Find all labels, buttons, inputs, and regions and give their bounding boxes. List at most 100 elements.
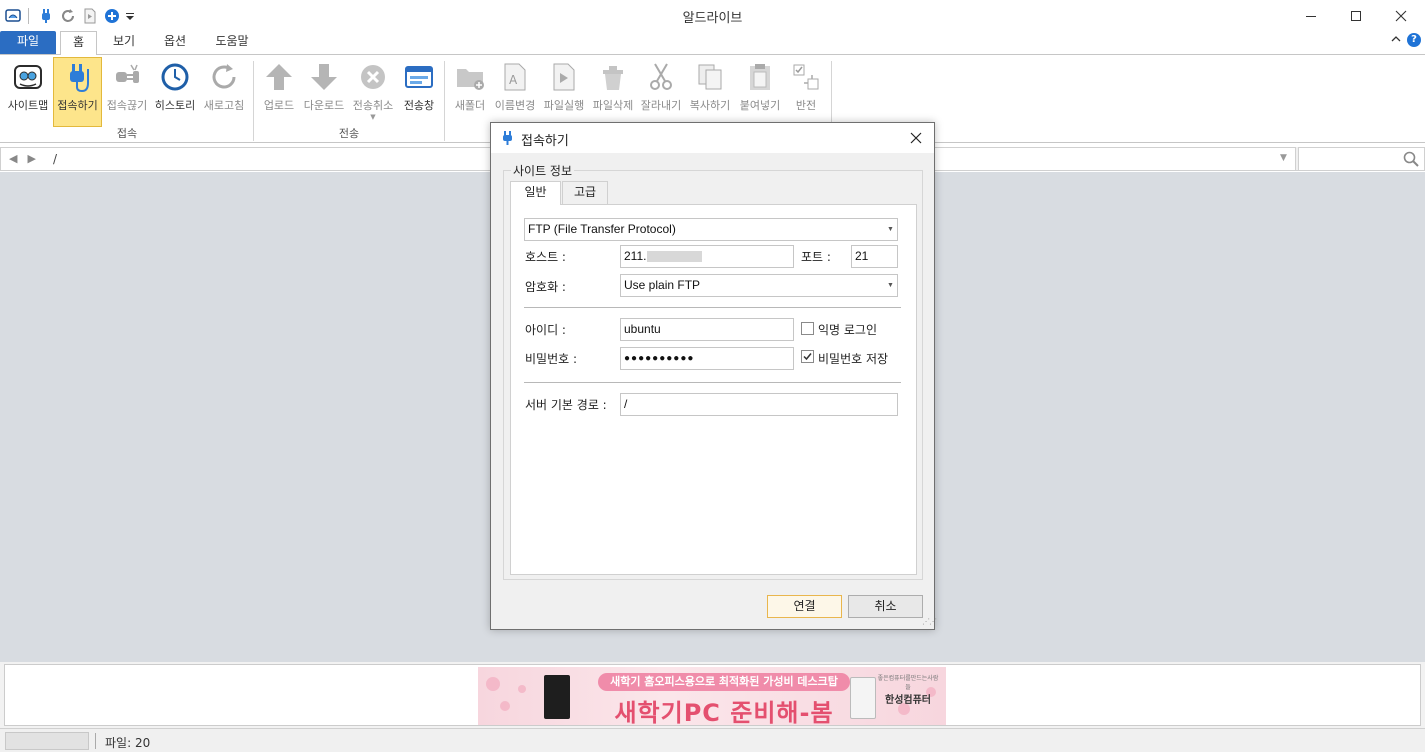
plug-icon xyxy=(500,130,516,149)
tab-general[interactable]: 일반 xyxy=(510,181,561,205)
tab-advanced[interactable]: 고급 xyxy=(562,181,608,204)
tab-help[interactable]: 도움말 xyxy=(206,31,258,54)
connect-dialog: 접속하기 사이트 정보 일반 고급 FTP (File Transfer Pro… xyxy=(490,122,937,630)
download-button[interactable]: 다운로드 xyxy=(300,58,348,126)
title-bar: 알드라이브 xyxy=(0,0,1425,31)
blossom-decoration xyxy=(500,701,510,711)
maximize-button[interactable] xyxy=(1333,0,1379,31)
id-input[interactable]: ubuntu xyxy=(620,318,794,341)
refresh-label: 새로고침 xyxy=(203,99,245,112)
window-title: 알드라이브 xyxy=(682,11,743,26)
ribbon-controls: ? xyxy=(1391,33,1421,47)
add-icon[interactable] xyxy=(103,7,121,25)
customize-dropdown-icon[interactable] xyxy=(125,7,135,25)
svg-text:A: A xyxy=(509,73,518,87)
minimize-button[interactable] xyxy=(1288,0,1334,31)
search-input[interactable] xyxy=(1298,147,1425,171)
forward-icon[interactable]: ▶ xyxy=(27,152,35,165)
tab-file[interactable]: 파일 xyxy=(0,31,56,54)
transfer-group-label: 전송 xyxy=(338,127,360,140)
paste-button[interactable]: 붙여넣기 xyxy=(735,58,785,126)
status-separator xyxy=(95,733,96,749)
run-file-label: 파일실행 xyxy=(543,99,585,112)
dropdown-arrow-icon[interactable]: ▼ xyxy=(349,113,397,121)
close-button[interactable] xyxy=(1378,0,1424,31)
refresh-button[interactable]: 새로고침 xyxy=(200,58,248,126)
cancel-button[interactable]: 취소 xyxy=(848,595,923,618)
host-input[interactable]: 211. xyxy=(620,245,794,268)
status-bar: 파일: 20 xyxy=(0,728,1425,752)
refresh-icon[interactable] xyxy=(59,7,77,25)
connect-plug-icon[interactable] xyxy=(37,7,55,25)
trash-icon xyxy=(603,66,623,90)
site-info-legend: 사이트 정보 xyxy=(511,162,575,179)
cancel-transfer-button[interactable]: 전송취소 ▼ xyxy=(349,58,397,126)
cut-button[interactable]: 잘라내기 xyxy=(638,58,684,126)
black-desktop-image xyxy=(544,675,570,719)
path-dropdown-icon[interactable]: ▼ xyxy=(1280,153,1287,163)
encryption-select[interactable]: Use plain FTP ▼ xyxy=(620,274,898,297)
transfer-window-button[interactable]: 전송창 xyxy=(399,58,439,126)
rename-label: 이름변경 xyxy=(494,99,536,112)
tab-view[interactable]: 보기 xyxy=(104,31,144,54)
server-path-input[interactable]: / xyxy=(620,393,898,416)
connect-button[interactable]: 접속하기 xyxy=(53,57,102,127)
anonymous-login-checkbox[interactable] xyxy=(801,322,814,335)
unplug-icon xyxy=(116,64,139,83)
cut-label: 잘라내기 xyxy=(640,99,682,112)
tab-home[interactable]: 홈 xyxy=(60,31,97,55)
ad-banner[interactable]: 새학기 홈오피스용으로 최적화된 가성비 데스크탑 새학기PC 준비해-봄 좋은… xyxy=(478,667,946,725)
white-desktop-image xyxy=(850,677,876,719)
dialog-title-bar: 접속하기 xyxy=(491,123,934,153)
blossom-decoration xyxy=(486,677,500,691)
invert-selection-button[interactable]: 반전 xyxy=(787,58,825,126)
back-icon[interactable]: ◀ xyxy=(9,152,17,165)
disconnect-button[interactable]: 접속끊기 xyxy=(103,58,151,126)
history-label: 히스토리 xyxy=(154,99,196,112)
app-icon[interactable] xyxy=(4,7,22,25)
history-button[interactable]: 히스토리 xyxy=(152,58,198,126)
download-arrow-icon xyxy=(311,64,337,90)
new-folder-icon xyxy=(457,69,484,90)
divider xyxy=(524,382,901,383)
dialog-title: 접속하기 xyxy=(521,134,569,149)
sitemap-label: 사이트맵 xyxy=(7,99,49,112)
protocol-select[interactable]: FTP (File Transfer Protocol) ▼ xyxy=(524,218,898,241)
redacted-host xyxy=(647,251,703,263)
delete-file-button[interactable]: 파일삭제 xyxy=(589,58,637,126)
password-input[interactable]: ●●●●●●●●●● xyxy=(620,347,794,370)
file-count: 파일: 20 xyxy=(105,736,151,750)
dialog-close-icon[interactable] xyxy=(906,128,926,148)
collapse-ribbon-icon[interactable] xyxy=(1391,33,1401,47)
new-folder-button[interactable]: 새폴더 xyxy=(449,58,491,126)
sitemap-button[interactable]: 사이트맵 xyxy=(4,58,52,126)
port-value: 21 xyxy=(855,249,869,263)
transfer-window-icon xyxy=(405,66,433,88)
encryption-label: 암호화 : xyxy=(525,280,566,294)
banner-headline: 새학기PC 준비해-봄 xyxy=(614,699,834,725)
connect-dialog-button[interactable]: 연결 xyxy=(767,595,842,618)
search-icon[interactable] xyxy=(1403,151,1419,170)
transfer-window-label: 전송창 xyxy=(403,99,435,112)
group-separator xyxy=(444,61,445,141)
banner-brand: 좋은컴퓨터를만드는사람들 한성컴퓨터 xyxy=(876,673,940,706)
password-label: 비밀번호 : xyxy=(525,352,578,366)
checkmark-icon xyxy=(803,353,812,361)
copy-button[interactable]: 복사하기 xyxy=(686,58,734,126)
rename-button[interactable]: A 이름변경 xyxy=(492,58,538,126)
clock-icon xyxy=(161,63,189,91)
tab-options[interactable]: 옵션 xyxy=(154,31,196,54)
nav-buttons: ◀ ▶ xyxy=(9,152,36,165)
help-icon[interactable]: ? xyxy=(1407,33,1421,47)
port-input[interactable]: 21 xyxy=(851,245,898,268)
banner-brand-slogan: 좋은컴퓨터를만드는사람들 xyxy=(877,675,939,691)
id-value: ubuntu xyxy=(624,322,661,336)
run-file-button[interactable]: 파일실행 xyxy=(540,58,588,126)
scissors-icon xyxy=(650,63,672,90)
open-file-icon[interactable] xyxy=(81,7,99,25)
resize-grip-icon[interactable]: ⋰⋰ xyxy=(922,617,937,626)
upload-button[interactable]: 업로드 xyxy=(258,58,300,126)
protocol-value: FTP (File Transfer Protocol) xyxy=(528,222,676,236)
save-password-checkbox[interactable] xyxy=(801,350,814,363)
cancel-circle-icon xyxy=(361,65,385,89)
